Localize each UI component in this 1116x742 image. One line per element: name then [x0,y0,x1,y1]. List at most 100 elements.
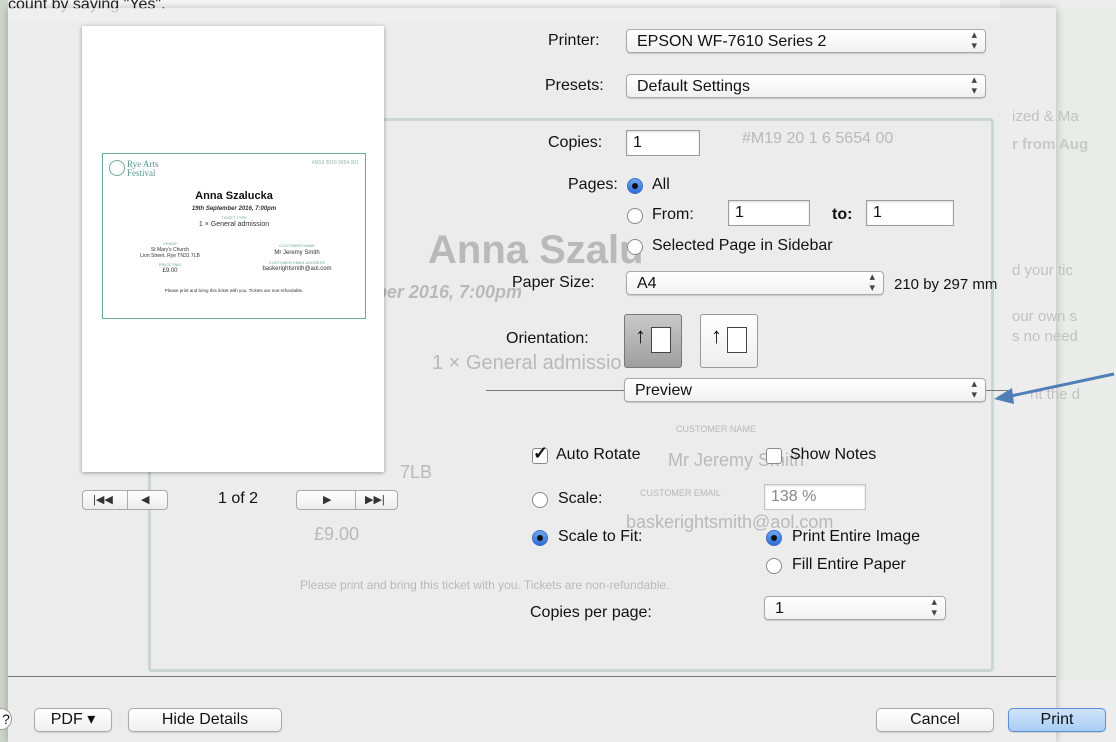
next-page-icon[interactable]: ▶ [323,493,331,506]
scale-label: Scale: [558,490,603,507]
presets-value: Default Settings [637,78,750,95]
festival-logo-icon [109,160,125,176]
background-right-text-3: d your tic [1012,262,1073,279]
copies-per-page-value: 1 [775,600,784,617]
preview-customer-name-label: CUSTOMER NAME [279,243,315,248]
preview-forward-buttons: ▶ ▶▶| [296,490,398,510]
pdf-menu-button[interactable]: PDF ▾ [34,708,112,732]
show-notes-checkbox[interactable] [766,448,782,464]
background-left-strip [0,0,8,742]
copies-per-page-label: Copies per page: [530,604,652,621]
landscape-orientation-button[interactable]: ↑ [700,314,758,368]
background-right-text-1: ized & Ma [1012,108,1079,125]
print-entire-image-radio[interactable] [766,530,782,546]
orientation-label: Orientation: [506,330,589,347]
background-ticket-admission: 1 × General admission [432,352,622,374]
print-entire-image-label: Print Entire Image [792,528,921,545]
updown-arrows-icon: ▴ ▾ [869,271,875,294]
fill-entire-paper-radio[interactable] [766,558,782,574]
preview-page: Rye Arts Festival #M19 2016 5654 001 Ann… [82,26,384,472]
presets-select[interactable]: Default Settings ▴ ▾ [626,74,986,98]
paper-size-dimensions: 210 by 297 mm [894,276,998,293]
cancel-button[interactable]: Cancel [876,708,994,732]
background-customer-name-label: CUSTOMER NAME [676,424,756,434]
background-ticket-name: Anna Szalu [428,228,644,272]
updown-arrows-icon: ▴ ▾ [971,378,977,401]
checkmark-icon: ✓ [533,443,549,463]
printer-select[interactable]: EPSON WF-7610 Series 2 ▴ ▾ [626,29,986,53]
previous-page-icon[interactable]: ◀ [141,493,149,506]
preview-venue-line2: Lion Street, Rye TN31 7LB [140,253,200,259]
first-page-icon[interactable]: |◀◀ [93,493,113,506]
preview-price-label: PRICE PAID [158,262,182,267]
landscape-icon: ↑ [711,323,722,348]
pages-label: Pages: [568,176,618,193]
preview-ticket-type-label: TICKET TYPE [221,215,247,220]
background-footer: Please print and bring this ticket with … [300,578,670,592]
background-price: £9.00 [314,524,360,544]
background-ticket-ref: #M19 20 1 6 5654 00 [742,130,894,147]
scale-to-fit-label: Scale to Fit: [558,528,643,545]
background-right-text-4: our own s [1012,308,1078,325]
background-postcode: 7LB [400,462,433,482]
pages-to-label: to: [832,206,853,223]
scale-to-fit-radio[interactable] [532,530,548,546]
auto-rotate-label: Auto Rotate [556,446,641,463]
copies-field[interactable]: 1 [626,130,700,156]
preview-customer-email-label: CUSTOMER EMAIL ADDRESS [268,260,325,265]
pages-selected-label: Selected Page in Sidebar [652,237,833,254]
pages-all-radio[interactable] [627,178,643,194]
page-indicator: 1 of 2 [218,490,259,507]
updown-arrows-icon: ▴ ▾ [971,74,977,97]
portrait-orientation-button[interactable]: ↑ [624,314,682,368]
section-value: Preview [635,382,692,399]
preview-venue-label: VENUE [163,241,177,246]
background-right-text-2: r from Aug [1012,136,1089,153]
preview-ticket-name: Anna Szalucka [195,190,273,202]
background-ticket-date: 19th September 2016, 7:00pm [372,282,522,302]
background-customer-name: Mr Jeremy Smith [668,450,805,470]
pages-all-label: All [652,176,670,193]
presets-label: Presets: [545,77,604,94]
landscape-page-icon [727,327,747,353]
preview-price: £9.00 [162,268,178,274]
preview-ticket-date: 19th September 2016, 7:00pm [191,206,277,212]
preview-customer-email: baskerightsmith@aol.com [262,266,332,272]
help-icon: ? [2,711,10,727]
preview-customer-name: Mr Jeremy Smith [274,250,320,256]
scale-radio[interactable] [532,492,548,508]
copies-label: Copies: [548,134,603,151]
preview-ticket-admission: 1 × General admission [198,221,270,228]
preview-ticket-ref: #M19 2016 5654 001 [311,160,359,166]
last-page-icon[interactable]: ▶▶| [365,493,385,506]
annotation-arrow-icon [994,372,1115,404]
background-right-text-5: s no need [1012,328,1078,345]
paper-size-label: Paper Size: [512,274,595,291]
printer-value: EPSON WF-7610 Series 2 [637,33,827,50]
pages-selected-radio[interactable] [627,239,643,255]
hide-details-button[interactable]: Hide Details [128,708,282,732]
show-notes-label: Show Notes [790,446,877,463]
portrait-page-icon [651,327,671,353]
updown-arrows-icon: ▴ ▾ [971,29,977,52]
preview-ticket-footer: Please print and bring this ticket with … [164,288,304,293]
updown-arrows-icon: ▴ ▾ [931,596,937,619]
printer-label: Printer: [548,32,600,49]
scale-field[interactable]: 138 % [764,484,866,510]
copies-per-page-select[interactable]: 1 ▴ ▾ [764,596,946,620]
preview-ticket: Rye Arts Festival #M19 2016 5654 001 Ann… [102,153,366,319]
portrait-icon: ↑ [635,323,646,348]
pages-from-label: From: [652,206,694,223]
preview-back-buttons: |◀◀ ◀ [82,490,168,510]
auto-rotate-checkbox[interactable]: ✓ [532,443,548,464]
background-customer-email-label: CUSTOMER EMAIL [640,488,721,498]
paper-size-select[interactable]: A4 ▴ ▾ [626,271,884,295]
pages-from-radio[interactable] [627,208,643,224]
preview-logo-line2: Festival [127,168,156,178]
fill-entire-paper-label: Fill Entire Paper [792,556,906,573]
pages-from-field[interactable]: 1 [728,200,810,226]
paper-size-value: A4 [637,275,657,292]
section-select[interactable]: Preview ▴ ▾ [624,378,986,402]
print-button[interactable]: Print [1008,708,1106,732]
pages-to-field[interactable]: 1 [866,200,954,226]
